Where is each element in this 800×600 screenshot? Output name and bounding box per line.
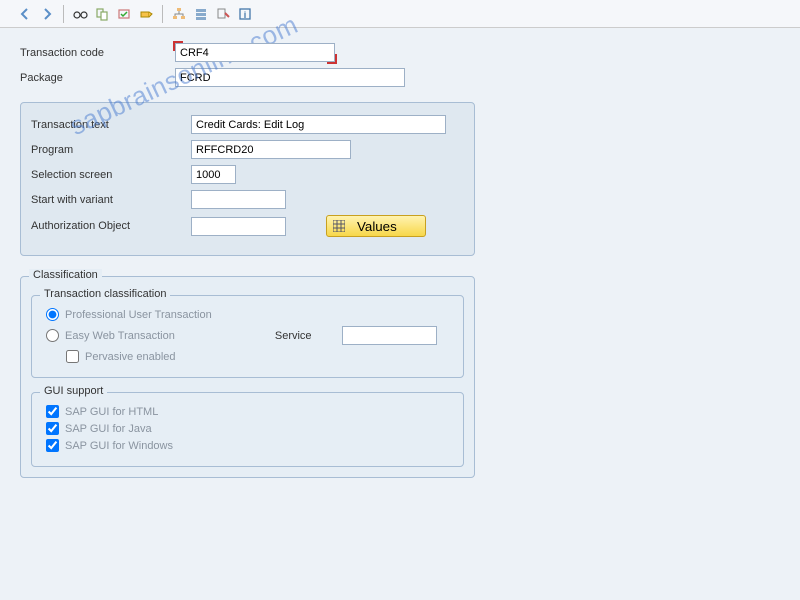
gui-win-label: SAP GUI for Windows [65,440,173,452]
program-input[interactable] [191,140,351,159]
radio-professional[interactable] [46,308,59,321]
pervasive-label: Pervasive enabled [85,351,176,363]
gui-java-label: SAP GUI for Java [65,423,152,435]
gui-win-row: SAP GUI for Windows [42,439,453,452]
values-button-label: Values [357,219,397,234]
activate-icon[interactable] [114,4,134,24]
gui-html-checkbox[interactable] [46,405,59,418]
gui-support-title: GUI support [40,385,107,397]
program-label: Program [31,144,191,156]
tcode-input[interactable] [175,43,335,62]
stack-icon[interactable] [191,4,211,24]
svg-text:i: i [244,10,247,20]
authobj-label: Authorization Object [31,220,191,232]
gui-java-checkbox[interactable] [46,422,59,435]
test-icon[interactable] [213,4,233,24]
radio-professional-label: Professional User Transaction [65,309,212,321]
pervasive-checkbox[interactable] [66,350,79,363]
forward-icon[interactable] [37,4,57,24]
classification-title: Classification [29,269,102,281]
radio-easyweb-row: Easy Web Transaction [42,329,175,342]
row-tcode: Transaction code [20,43,780,62]
tx-text-label: Transaction text [31,119,191,131]
radio-professional-row: Professional User Transaction [42,308,453,321]
details-panel: Transaction text Program Selection scree… [20,102,475,256]
service-label: Service [275,330,312,342]
gui-java-row: SAP GUI for Java [42,422,453,435]
copy-icon[interactable] [92,4,112,24]
main-area: sapbrainsonline.com Transaction code Pac… [0,28,800,493]
tx-classification-fieldset: Transaction classification Professional … [31,295,464,378]
selscreen-input[interactable] [191,165,236,184]
variant-label: Start with variant [31,194,191,206]
radio-easyweb[interactable] [46,329,59,342]
pervasive-row: Pervasive enabled [62,350,453,363]
variant-input[interactable] [191,190,286,209]
glasses-icon[interactable] [70,4,90,24]
classification-fieldset: Classification Transaction classificatio… [20,276,475,478]
package-input[interactable] [175,68,405,87]
separator [162,5,163,23]
tx-text-input[interactable] [191,115,446,134]
radio-easyweb-label: Easy Web Transaction [65,330,175,342]
selscreen-label: Selection screen [31,169,191,181]
transport-icon[interactable] [136,4,156,24]
gui-html-label: SAP GUI for HTML [65,406,158,418]
gui-html-row: SAP GUI for HTML [42,405,453,418]
separator [63,5,64,23]
gui-support-fieldset: GUI support SAP GUI for HTML SAP GUI for… [31,392,464,467]
info-icon[interactable]: i [235,4,255,24]
tx-classification-title: Transaction classification [40,288,170,300]
service-input[interactable] [342,326,437,345]
authobj-input[interactable] [191,217,286,236]
grid-icon [333,220,345,232]
row-package: Package [20,68,780,87]
package-label: Package [20,72,175,84]
back-icon[interactable] [15,4,35,24]
tcode-label: Transaction code [20,47,175,59]
values-button[interactable]: Values [326,215,426,237]
gui-win-checkbox[interactable] [46,439,59,452]
toolbar: i [0,0,800,28]
hierarchy-icon[interactable] [169,4,189,24]
